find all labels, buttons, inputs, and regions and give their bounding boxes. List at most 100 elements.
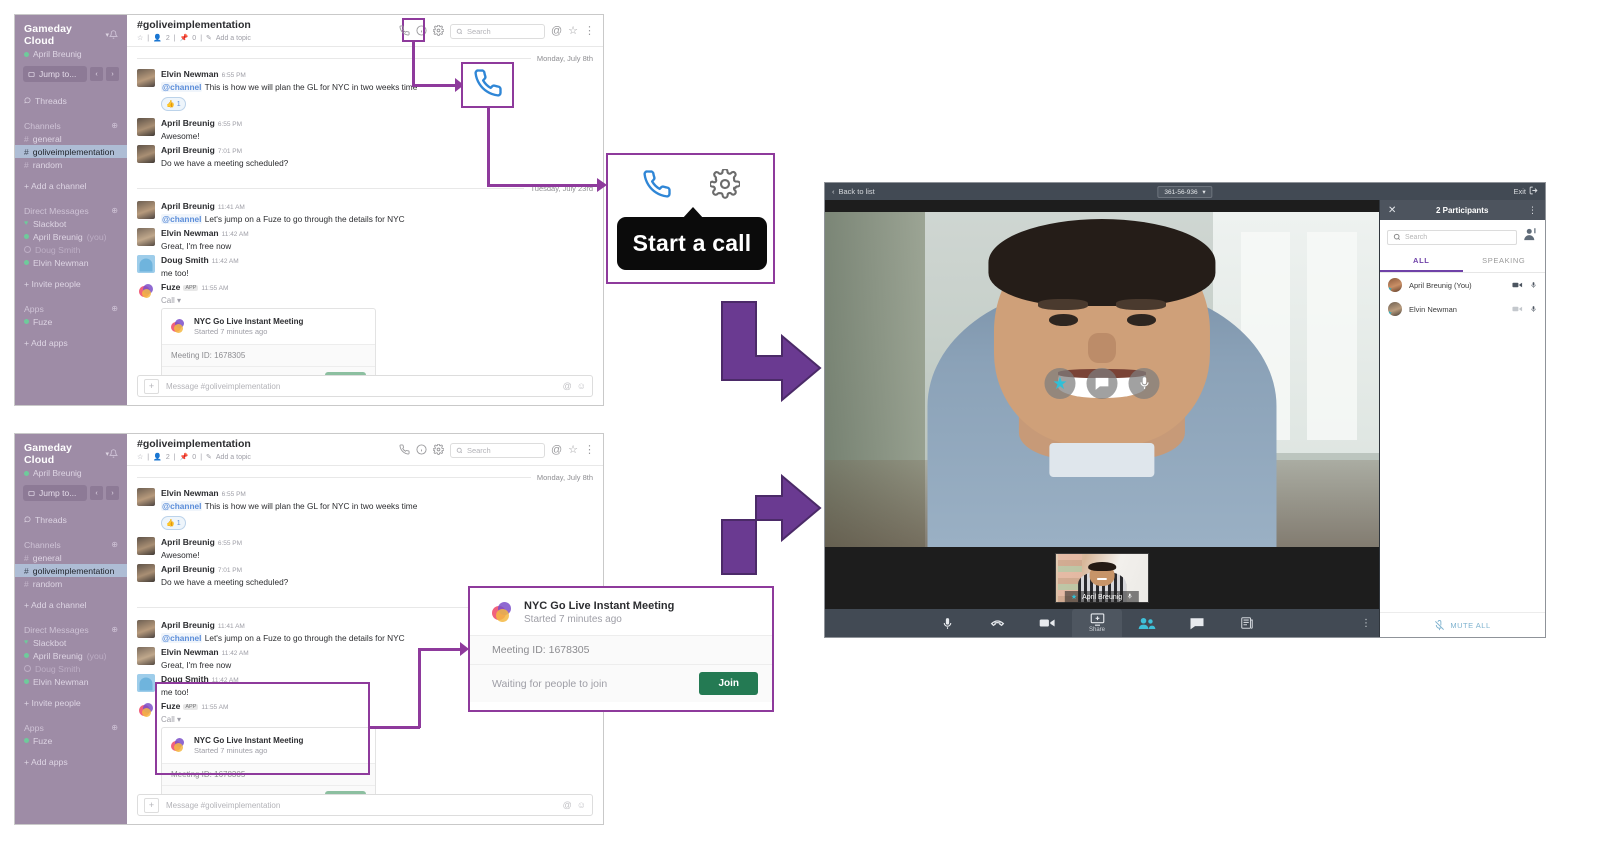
gear-icon[interactable] (432, 24, 445, 39)
nav-next-button[interactable]: › (106, 486, 119, 500)
sidebar-item-goliveimplementation[interactable]: # goliveimplementation (15, 564, 127, 577)
add-dm-icon[interactable]: ⊕ (111, 625, 118, 634)
pin-icon[interactable]: 📌 (180, 34, 189, 42)
mic-icon[interactable] (1530, 280, 1537, 290)
exit-button[interactable]: Exit (1513, 186, 1538, 197)
add-apps-button[interactable]: + Add apps (15, 336, 127, 349)
sidebar-item-slackbot[interactable]: ♥ Slackbot (15, 217, 127, 230)
sidebar-item-fuze[interactable]: Fuze (15, 315, 127, 328)
camera-icon[interactable] (1512, 281, 1523, 289)
add-channel-icon[interactable]: ⊕ (111, 540, 118, 549)
sidebar-item-doug-smith[interactable]: Doug Smith (15, 662, 127, 675)
kebab-menu-icon[interactable]: ⋮ (1528, 205, 1537, 216)
sidebar-item-elvin-newman[interactable]: Elvin Newman (15, 675, 127, 688)
add-topic-button[interactable]: Add a topic (216, 454, 251, 461)
add-app-icon[interactable]: ⊕ (111, 304, 118, 313)
sidebar-item-general[interactable]: # general (15, 551, 127, 564)
message-author[interactable]: April Breunig (161, 201, 215, 211)
add-a-channel-button[interactable]: + Add a channel (15, 179, 127, 192)
apps-header[interactable]: Apps ⊕ (15, 302, 127, 315)
phone-icon[interactable] (642, 169, 672, 204)
message-author[interactable]: April Breunig (161, 564, 215, 574)
add-person-icon[interactable] (1523, 227, 1538, 247)
notes-toolbar-button[interactable] (1222, 609, 1272, 637)
camera-toolbar-button[interactable] (1022, 609, 1072, 637)
emoji-icon[interactable]: ☺ (577, 381, 586, 391)
gear-icon[interactable] (708, 167, 741, 204)
add-channel-icon[interactable]: ⊕ (111, 121, 118, 130)
mention-chip[interactable]: @channel (161, 214, 203, 224)
search-input[interactable]: Search (449, 443, 545, 458)
jump-to-input[interactable]: Jump to... (23, 485, 87, 501)
mute-all-row[interactable]: MUTE ALL (1380, 612, 1545, 637)
mentions-icon[interactable]: @ (551, 445, 562, 456)
tab-all[interactable]: ALL (1380, 252, 1463, 272)
bell-icon[interactable] (108, 29, 119, 41)
sidebar-item-doug-smith[interactable]: Doug Smith (15, 243, 127, 256)
tab-speaking[interactable]: SPEAKING (1463, 252, 1546, 272)
info-icon[interactable] (416, 443, 427, 458)
call-dropdown-label[interactable]: Call ▾ (161, 294, 593, 307)
join-button[interactable]: Join (324, 791, 366, 794)
message-author[interactable]: Fuze (161, 282, 180, 292)
mention-chip[interactable]: @channel (161, 82, 203, 92)
phone-icon[interactable] (399, 24, 410, 39)
nav-prev-button[interactable]: ‹ (90, 486, 103, 500)
favorite-star-button[interactable]: ★ (1044, 367, 1076, 399)
chat-bubble-button[interactable] (1086, 367, 1118, 399)
join-button[interactable]: Join (699, 672, 758, 695)
channels-header[interactable]: Channels ⊕ (15, 119, 127, 132)
message-author[interactable]: April Breunig (161, 118, 215, 128)
add-dm-icon[interactable]: ⊕ (111, 206, 118, 215)
share-toolbar-button[interactable]: Share (1072, 609, 1122, 637)
add-app-icon[interactable]: ⊕ (111, 723, 118, 732)
mic-icon[interactable] (1127, 592, 1133, 602)
nav-next-button[interactable]: › (106, 67, 119, 81)
bell-icon[interactable] (108, 448, 119, 460)
close-icon[interactable]: ✕ (1388, 205, 1396, 216)
invite-people-button[interactable]: + Invite people (15, 696, 127, 709)
invite-people-button[interactable]: + Invite people (15, 277, 127, 290)
mention-icon[interactable]: @ (563, 381, 572, 391)
add-a-channel-button[interactable]: + Add a channel (15, 598, 127, 611)
sidebar-item-april-breunig[interactable]: April Breunig (you) (15, 649, 127, 662)
message-author[interactable]: Elvin Newman (161, 647, 219, 657)
phone-icon[interactable] (399, 443, 410, 458)
add-attachment-icon[interactable]: + (144, 797, 159, 813)
edit-icon[interactable]: ✎ (206, 453, 212, 461)
mic-toolbar-button[interactable] (922, 609, 972, 637)
mic-icon[interactable] (1530, 304, 1537, 314)
participants-search-input[interactable]: Search (1387, 229, 1517, 245)
message-composer-bottom[interactable]: + Message #goliveimplementation @ ☺ (137, 794, 593, 816)
participant-row[interactable]: ★ April Breunig (You) (1380, 273, 1545, 297)
kebab-menu-icon[interactable]: ⋮ (584, 26, 595, 37)
star-icon[interactable]: ☆ (137, 453, 143, 461)
join-button[interactable]: Join (324, 372, 366, 375)
gear-icon[interactable] (432, 443, 445, 458)
participant-row[interactable]: ★ Elvin Newman (1380, 297, 1545, 321)
current-user[interactable]: April Breunig (15, 47, 127, 59)
reaction-chip[interactable]: 👍 1 (161, 516, 186, 530)
starred-icon[interactable]: ☆ (568, 445, 578, 456)
message-author[interactable]: Elvin Newman (161, 488, 219, 498)
toolbar-kebab-icon[interactable]: ⋮ (1361, 618, 1371, 629)
apps-header[interactable]: Apps ⊕ (15, 721, 127, 734)
jump-to-input[interactable]: Jump to... (23, 66, 87, 82)
mentions-icon[interactable]: @ (551, 26, 562, 37)
sidebar-item-general[interactable]: # general (15, 132, 127, 145)
sidebar-item-elvin-newman[interactable]: Elvin Newman (15, 256, 127, 269)
emoji-icon[interactable]: ☺ (577, 800, 586, 810)
sidebar-item-fuze[interactable]: Fuze (15, 734, 127, 747)
message-author[interactable]: April Breunig (161, 620, 215, 630)
sidebar-item-threads[interactable]: Threads (15, 94, 127, 107)
camera-icon[interactable] (1512, 305, 1523, 313)
add-attachment-icon[interactable]: + (144, 378, 159, 394)
sidebar-item-random[interactable]: # random (15, 577, 127, 590)
sidebar-item-april-breunig[interactable]: April Breunig (you) (15, 230, 127, 243)
mention-chip[interactable]: @channel (161, 501, 203, 511)
members-icon[interactable]: 👤 (153, 34, 162, 42)
starred-icon[interactable]: ☆ (568, 26, 578, 37)
meeting-code-dropdown[interactable]: 361-56-936 ▾ (1157, 185, 1213, 198)
participants-toolbar-button[interactable] (1122, 609, 1172, 637)
members-icon[interactable]: 👤 (153, 453, 162, 461)
